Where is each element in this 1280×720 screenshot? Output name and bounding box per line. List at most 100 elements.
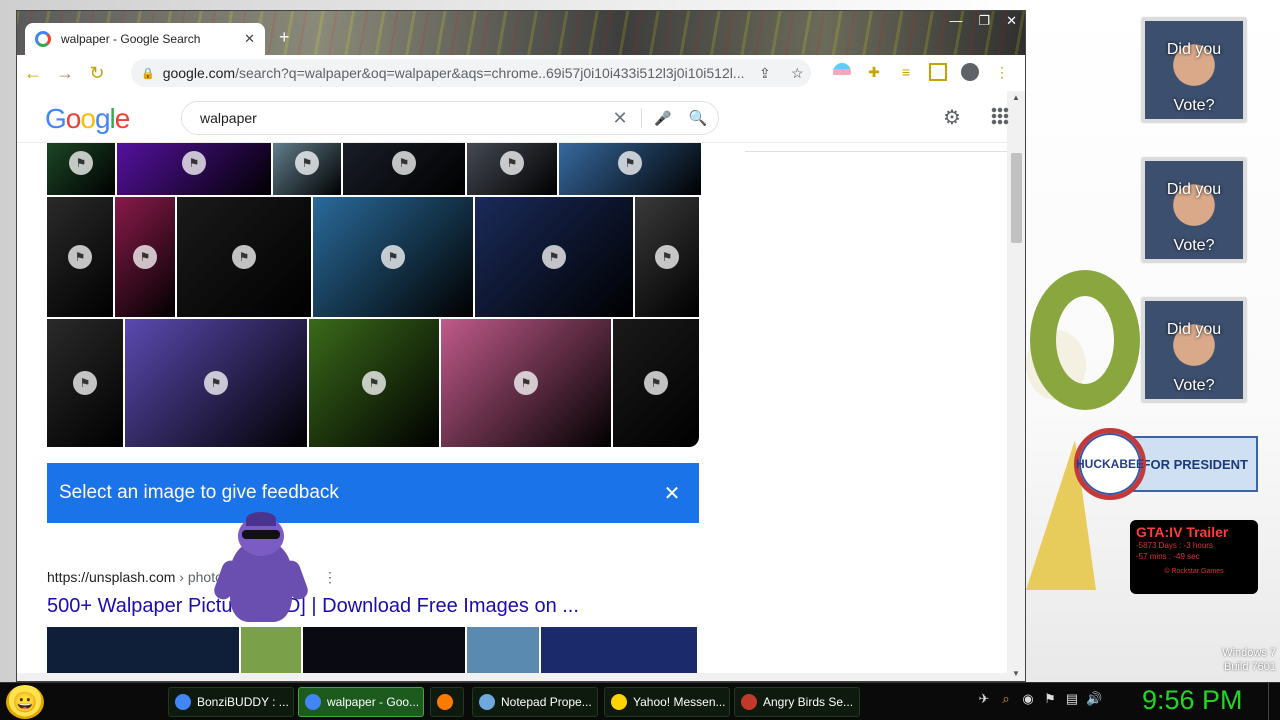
extensions-puzzle-icon[interactable]: ✚ — [865, 63, 883, 81]
sunglasses — [242, 530, 280, 539]
clear-search-icon[interactable]: ✕ — [605, 108, 635, 129]
bookmark-star-icon[interactable]: ☆ — [791, 65, 804, 82]
image-result[interactable]: ⚑ — [47, 319, 123, 447]
google-favicon-icon — [35, 31, 51, 47]
feedback-banner: Select an image to give feedback ✕ — [47, 463, 699, 523]
huckabee-gadget[interactable]: FOR PRESIDENT HUCKABEE — [1074, 428, 1258, 500]
taskbar-item[interactable] — [430, 687, 464, 717]
browser-menu-icon[interactable]: ⋮ — [993, 63, 1011, 81]
tray-status-icon[interactable]: ◉ — [1020, 691, 1036, 707]
vote-gadget[interactable]: Did you Vote? — [1142, 18, 1246, 122]
settings-gear-icon[interactable]: ⚙ — [943, 105, 961, 130]
vote-gadget[interactable]: Did you Vote? — [1142, 158, 1246, 262]
scroll-up-arrow-icon[interactable]: ▲ — [1012, 93, 1020, 102]
feedback-close-icon[interactable]: ✕ — [657, 481, 687, 506]
extension-flag-icon[interactable] — [833, 63, 851, 81]
google-apps-icon[interactable] — [991, 107, 1009, 125]
media-queue-icon[interactable]: ≡ — [897, 63, 915, 81]
new-tab-button[interactable]: + — [279, 27, 290, 48]
start-button[interactable]: 😀 — [6, 685, 44, 719]
report-flag-icon[interactable]: ⚑ — [295, 151, 319, 175]
yahoo-messenger-icon — [611, 694, 627, 710]
search-query[interactable]: walpaper — [200, 110, 605, 126]
report-flag-icon[interactable]: ⚑ — [381, 245, 405, 269]
image-result[interactable]: ⚑ — [475, 197, 633, 317]
reload-button[interactable]: ↻ — [81, 63, 113, 84]
share-icon[interactable]: ⇪ — [759, 65, 771, 82]
vertical-scrollbar[interactable]: ▲ ▼ — [1007, 91, 1025, 681]
report-flag-icon[interactable]: ⚑ — [644, 371, 668, 395]
scrollbar-thumb[interactable] — [1011, 153, 1022, 243]
taskbar-item[interactable]: BonziBUDDY : ... — [168, 687, 294, 717]
report-flag-icon[interactable]: ⚑ — [500, 151, 524, 175]
chrome-icon — [305, 694, 321, 710]
tab-google-search[interactable]: walpaper - Google Search ✕ — [25, 23, 265, 55]
taskbar: 😀 BonziBUDDY : ... walpaper - Goo... Not… — [0, 682, 1280, 720]
taskbar-item[interactable]: Angry Birds Se... — [734, 687, 860, 717]
profile-avatar-icon[interactable] — [961, 63, 979, 81]
taskbar-item-active[interactable]: walpaper - Goo... — [298, 687, 424, 717]
image-result[interactable]: ⚑ — [309, 319, 439, 447]
tray-volume-icon[interactable]: 🔊 — [1086, 691, 1102, 707]
scroll-down-arrow-icon[interactable]: ▼ — [1012, 669, 1020, 678]
result-more-icon[interactable]: ⋮ — [323, 569, 337, 586]
feedback-text: Select an image to give feedback — [59, 482, 339, 503]
google-logo[interactable]: Google — [45, 103, 130, 135]
report-flag-icon[interactable]: ⚑ — [392, 151, 416, 175]
browser-titlebar[interactable]: walpaper - Google Search ✕ + — ❐ ✕ — [17, 11, 1025, 55]
report-flag-icon[interactable]: ⚑ — [69, 151, 93, 175]
search-input[interactable]: walpaper ✕ 🎤 🔍 — [181, 101, 719, 135]
taskbar-item[interactable]: Notepad Prope... — [472, 687, 598, 717]
close-window-button[interactable]: ✕ — [1006, 13, 1017, 29]
minimize-button[interactable]: — — [949, 13, 962, 29]
vote-gadget[interactable]: Did you Vote? — [1142, 298, 1246, 402]
gta-countdown-gadget[interactable]: GTA:IV Trailer -5873 Days : -3 hours -57… — [1130, 520, 1258, 594]
report-flag-icon[interactable]: ⚑ — [68, 245, 92, 269]
report-flag-icon[interactable]: ⚑ — [232, 245, 256, 269]
side-panel-icon[interactable] — [929, 63, 947, 81]
chrome-icon — [175, 694, 191, 710]
taskbar-clock[interactable]: 9:56 PM — [1142, 685, 1243, 716]
search-icon[interactable]: 🔍 — [678, 109, 718, 127]
image-result[interactable]: ⚑ — [47, 197, 113, 317]
address-bar[interactable]: 🔒 google.com/search?q=walpaper&oq=walpap… — [131, 59, 811, 87]
image-result[interactable]: ⚑ — [635, 197, 699, 317]
report-flag-icon[interactable]: ⚑ — [618, 151, 642, 175]
image-result[interactable]: ⚑ — [613, 319, 699, 447]
back-button[interactable]: ← — [17, 63, 49, 84]
horizontal-scrollbar[interactable] — [17, 673, 1007, 681]
tab-title: walpaper - Google Search — [61, 32, 201, 46]
url-path: /search?q=walpaper&oq=walpaper&aqs=chrom… — [235, 65, 745, 81]
taskbar-item[interactable]: Yahoo! Messen... — [604, 687, 730, 717]
maximize-button[interactable]: ❐ — [978, 13, 990, 29]
image-result[interactable]: ⚑ — [177, 197, 311, 317]
notepad-icon — [479, 694, 495, 710]
image-result[interactable]: ⚑ — [125, 319, 307, 447]
tray-app-icon[interactable]: ✈ — [976, 691, 992, 707]
tray-network-icon[interactable]: ▤ — [1064, 691, 1080, 707]
forward-button[interactable]: → — [49, 63, 81, 84]
angry-birds-icon — [741, 694, 757, 710]
show-desktop-button[interactable] — [1268, 683, 1280, 720]
huckabee-badge: HUCKABEE — [1074, 428, 1146, 500]
image-result[interactable]: ⚑ — [115, 197, 175, 317]
report-flag-icon[interactable]: ⚑ — [73, 371, 97, 395]
report-flag-icon[interactable]: ⚑ — [133, 245, 157, 269]
report-flag-icon[interactable]: ⚑ — [655, 245, 679, 269]
report-flag-icon[interactable]: ⚑ — [514, 371, 538, 395]
tab-close-icon[interactable]: ✕ — [244, 31, 255, 47]
image-result[interactable]: ⚑ — [441, 319, 611, 447]
firefox-icon — [437, 694, 453, 710]
tray-action-center-icon[interactable]: ⚑ — [1042, 691, 1058, 707]
result-title-link[interactable]: 500+ Walpaper Pictures [HD] | Download F… — [47, 595, 579, 618]
report-flag-icon[interactable]: ⚑ — [542, 245, 566, 269]
tray-search-icon[interactable]: ⌕ — [998, 691, 1014, 707]
image-result[interactable]: ⚑ — [313, 197, 473, 317]
report-flag-icon[interactable]: ⚑ — [182, 151, 206, 175]
lock-icon[interactable]: 🔒 — [141, 67, 155, 80]
voice-search-icon[interactable]: 🎤 — [648, 110, 678, 127]
browser-window: walpaper - Google Search ✕ + — ❐ ✕ ← → ↻… — [16, 10, 1026, 682]
report-flag-icon[interactable]: ⚑ — [204, 371, 228, 395]
report-flag-icon[interactable]: ⚑ — [362, 371, 386, 395]
bonzibuddy-character[interactable] — [211, 512, 311, 624]
